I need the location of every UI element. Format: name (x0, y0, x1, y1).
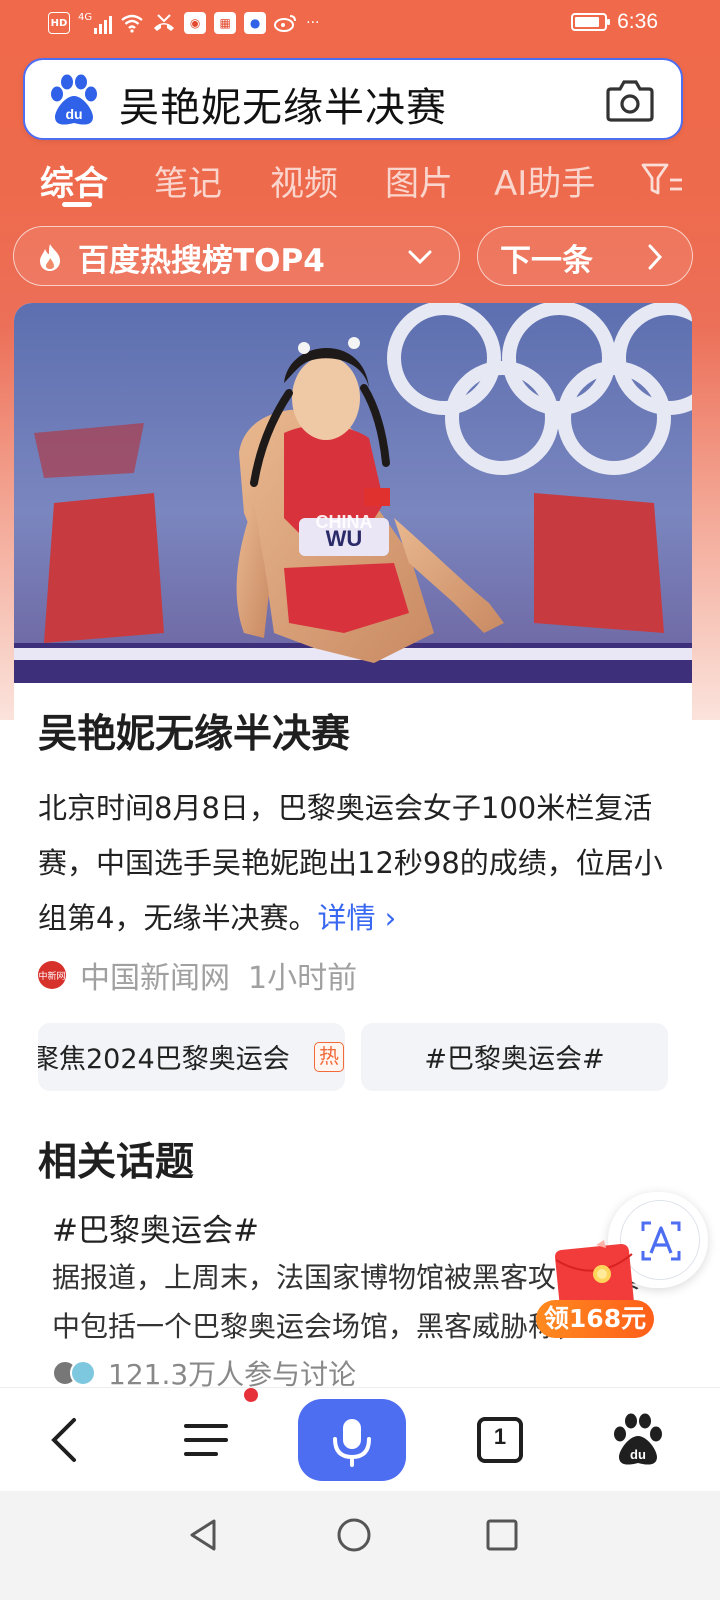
tab-comprehensive[interactable]: 综合 (40, 156, 108, 205)
next-hot-button[interactable]: 下一条 (477, 226, 693, 286)
source-name: 中国新闻网 (80, 961, 230, 996)
weibo-icon: ◉ (184, 12, 207, 34)
baidu-icon: ● (244, 12, 267, 34)
next-hot-label: 下一条 (500, 243, 593, 279)
news-source-logo: 中新网 (38, 961, 66, 989)
article-source[interactable]: 中新网 中国新闻网 1小时前 (38, 955, 358, 996)
hd-icon: HD (48, 12, 70, 34)
status-bar: HD 4G ◉ ▦ ● ··· 6:36 (0, 0, 720, 44)
baidu-home-icon[interactable]: du (604, 1406, 672, 1474)
related-topics-title: 相关话题 (38, 1140, 195, 1185)
avatar (70, 1360, 96, 1386)
notification-dot (244, 1388, 258, 1402)
camera-icon[interactable] (605, 77, 655, 123)
network-type-label: 4G (78, 12, 93, 23)
search-input[interactable]: 吴艳妮无缘半决赛 (119, 75, 447, 133)
microphone-icon (333, 1419, 371, 1467)
athlete-photo[interactable]: WU CHINA (14, 303, 692, 683)
system-back-icon[interactable] (184, 1515, 224, 1555)
back-icon[interactable] (32, 1406, 100, 1474)
hot-search-label: 百度热搜榜TOP4 (78, 243, 325, 279)
active-tab-indicator (62, 202, 92, 207)
filter-icon[interactable] (640, 160, 684, 200)
tab-count: 1 (493, 1424, 507, 1449)
tab-video[interactable]: 视频 (270, 156, 338, 205)
system-home-icon[interactable] (334, 1515, 374, 1555)
system-recents-icon[interactable] (482, 1515, 522, 1555)
status-time: 6:36 (617, 10, 658, 33)
menu-icon[interactable] (172, 1406, 240, 1474)
details-link[interactable]: 详情 › (317, 901, 396, 935)
battery-icon (571, 13, 611, 31)
athlete-jersey-text: CHINA (316, 512, 373, 532)
chip-label: #巴黎奥运会# (424, 1044, 605, 1075)
svg-text:du: du (65, 106, 82, 122)
missed-call-icon (154, 14, 175, 31)
voice-search-button[interactable] (298, 1399, 406, 1481)
article-summary[interactable]: 北京时间8月8日，巴黎奥运会女子100米栏复活赛，中国选手吴艳妮跑出12秒98的… (38, 781, 678, 946)
search-box[interactable]: du 吴艳妮无缘半决赛 (23, 58, 683, 140)
calendar-icon: ▦ (214, 12, 237, 34)
bottom-nav-bar: 1 du (0, 1387, 720, 1491)
hot-news-card: WU CHINA 吴艳妮无缘半决赛 北京时间8月8日，巴黎奥运会女子100米栏复… (14, 303, 692, 1403)
baidu-paw-icon[interactable]: du (47, 74, 101, 128)
article-title[interactable]: 吴艳妮无缘半决赛 (38, 703, 350, 759)
tab-images[interactable]: 图片 (385, 156, 453, 205)
svg-text:du: du (630, 1447, 646, 1462)
wifi-icon (121, 14, 143, 33)
weibo-icon (274, 15, 297, 32)
status-icons-left: HD 4G ◉ ▦ ● ··· (48, 12, 319, 34)
signal-icon: 4G (78, 12, 113, 34)
chip-label: 聚焦2024巴黎奥运会 (38, 1044, 290, 1075)
publish-time: 1小时前 (248, 961, 358, 996)
system-nav-bar (0, 1491, 720, 1600)
tab-ai-assistant[interactable]: AI助手 (494, 156, 595, 205)
more-icon: ··· (306, 15, 320, 31)
chevron-down-icon (408, 250, 432, 265)
tab-notes[interactable]: 笔记 (154, 156, 222, 205)
status-icons-right: 6:36 (571, 10, 658, 34)
topic-chip-paris-olympics[interactable]: #巴黎奥运会# (361, 1023, 668, 1091)
hot-badge: 热 (314, 1042, 344, 1072)
chevron-right-icon (648, 244, 663, 270)
red-packet-label[interactable]: 领168元 (536, 1300, 654, 1338)
flame-icon (40, 244, 60, 271)
tabs-button[interactable]: 1 (466, 1406, 534, 1474)
topic-chip-olympics-focus[interactable]: 聚焦2024巴黎奥运会 热 (38, 1023, 345, 1091)
related-topic-title[interactable]: #巴黎奥运会# (52, 1205, 259, 1250)
hot-search-dropdown[interactable]: 百度热搜榜TOP4 (13, 226, 460, 286)
search-tabs: 综合 笔记 视频 图片 AI助手 (0, 150, 720, 210)
